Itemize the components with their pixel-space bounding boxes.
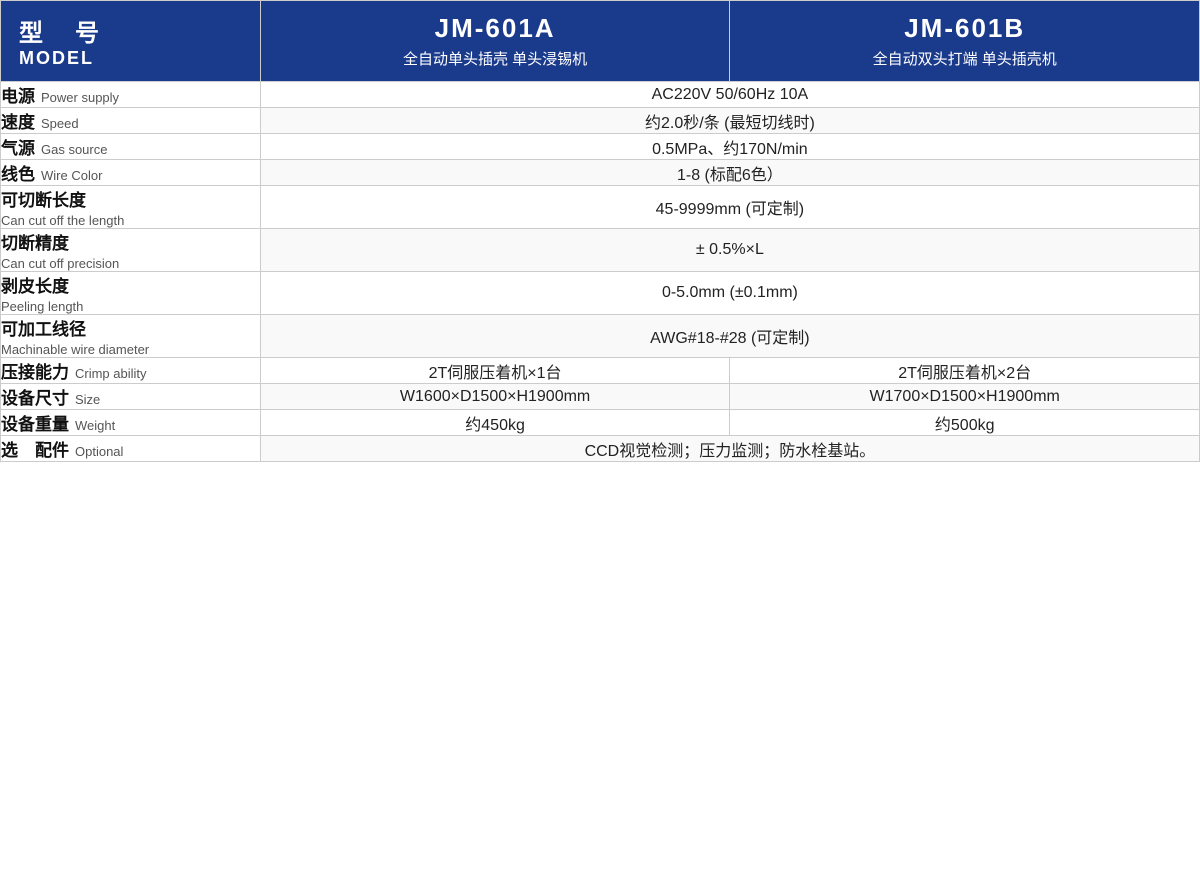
value1-cell-crimp: 2T伺服压着机×1台: [260, 358, 730, 384]
value-cell-wire-color: 1-8 (标配6色）: [260, 160, 1199, 186]
label-cell-crimp: 压接能力 Crimp ability: [1, 358, 261, 384]
row-cut-length: 可切断长度 Can cut off the length45-9999mm (可定…: [1, 186, 1200, 229]
value-cell-gas: 0.5MPa、约170N/min: [260, 134, 1199, 160]
label-zh-wire-diameter: 可加工线径: [1, 315, 260, 340]
label-zh-power: 电源: [1, 82, 35, 107]
label-en-weight: Weight: [75, 418, 115, 433]
model-label-zh: 型 号: [19, 13, 242, 48]
label-en-crimp: Crimp ability: [75, 366, 147, 381]
row-size: 设备尺寸 Size W1600×D1500×H1900mmW1700×D1500×H…: [1, 384, 1200, 410]
jm601b-header: JM-601B 全自动双头打端 单头插壳机: [730, 1, 1200, 82]
label-zh-size: 设备尺寸: [1, 384, 69, 409]
row-wire-diameter: 可加工线径 Machinable wire diameterAWG#18-#28 …: [1, 315, 1200, 358]
jm601a-name: JM-601A: [276, 13, 715, 44]
label-en-gas: Gas source: [41, 142, 107, 157]
label-zh-wire-color: 线色: [1, 160, 35, 185]
label-zh-speed: 速度: [1, 108, 35, 133]
label-cell-speed: 速度 Speed: [1, 108, 261, 134]
label-en-power: Power supply: [41, 90, 119, 105]
jm601b-sub: 全自动双头打端 单头插壳机: [745, 48, 1184, 69]
row-cut-precision: 切断精度 Can cut off precision± 0.5%×L: [1, 229, 1200, 272]
label-cell-gas: 气源 Gas source: [1, 134, 261, 160]
model-header: 型 号 MODEL: [1, 1, 261, 82]
label-zh-optional: 选 配件: [1, 436, 69, 461]
value-cell-cut-precision: ± 0.5%×L: [260, 229, 1199, 272]
row-gas: 气源 Gas source 0.5MPa、约170N/min: [1, 134, 1200, 160]
label-zh-cut-length: 可切断长度: [1, 186, 260, 211]
jm601a-header: JM-601A 全自动单头插壳 单头浸锡机: [260, 1, 730, 82]
label-zh-peel-length: 剥皮长度: [1, 272, 260, 297]
label-cell-wire-color: 线色 Wire Color: [1, 160, 261, 186]
label-cell-cut-length: 可切断长度 Can cut off the length: [1, 186, 261, 229]
value2-cell-crimp: 2T伺服压着机×2台: [730, 358, 1200, 384]
value1-cell-size: W1600×D1500×H1900mm: [260, 384, 730, 410]
value-cell-power: AC220V 50/60Hz 10A: [260, 82, 1199, 108]
value-cell-wire-diameter: AWG#18-#28 (可定制): [260, 315, 1199, 358]
row-wire-color: 线色 Wire Color 1-8 (标配6色）: [1, 160, 1200, 186]
label-cell-size: 设备尺寸 Size: [1, 384, 261, 410]
label-en-size: Size: [75, 392, 100, 407]
value-cell-speed: 约2.0秒/条 (最短切线时): [260, 108, 1199, 134]
label-en-wire-color: Wire Color: [41, 168, 102, 183]
row-weight: 设备重量 Weight 约450kg约500kg: [1, 410, 1200, 436]
label-en-cut-precision: Can cut off precision: [1, 256, 260, 271]
row-optional: 选 配件 Optional CCD视觉检测；压力监测；防水栓基站。: [1, 436, 1200, 462]
label-en-peel-length: Peeling length: [1, 299, 260, 314]
label-cell-peel-length: 剥皮长度 Peeling length: [1, 272, 261, 315]
header-row: 型 号 MODEL JM-601A 全自动单头插壳 单头浸锡机 JM-601B …: [1, 1, 1200, 82]
spec-table: 型 号 MODEL JM-601A 全自动单头插壳 单头浸锡机 JM-601B …: [0, 0, 1200, 462]
row-peel-length: 剥皮长度 Peeling length0-5.0mm (±0.1mm): [1, 272, 1200, 315]
label-cell-weight: 设备重量 Weight: [1, 410, 261, 436]
label-zh-crimp: 压接能力: [1, 358, 69, 383]
label-en-optional: Optional: [75, 444, 123, 459]
label-zh-cut-precision: 切断精度: [1, 229, 260, 254]
value-cell-peel-length: 0-5.0mm (±0.1mm): [260, 272, 1199, 315]
label-zh-weight: 设备重量: [1, 410, 69, 435]
value2-cell-weight: 约500kg: [730, 410, 1200, 436]
value1-cell-weight: 约450kg: [260, 410, 730, 436]
label-cell-wire-diameter: 可加工线径 Machinable wire diameter: [1, 315, 261, 358]
row-speed: 速度 Speed 约2.0秒/条 (最短切线时): [1, 108, 1200, 134]
label-cell-optional: 选 配件 Optional: [1, 436, 261, 462]
label-en-wire-diameter: Machinable wire diameter: [1, 342, 260, 357]
row-power: 电源 Power supply AC220V 50/60Hz 10A: [1, 82, 1200, 108]
label-cell-power: 电源 Power supply: [1, 82, 261, 108]
row-crimp: 压接能力 Crimp ability 2T伺服压着机×1台2T伺服压着机×2台: [1, 358, 1200, 384]
label-en-speed: Speed: [41, 116, 79, 131]
value-cell-cut-length: 45-9999mm (可定制): [260, 186, 1199, 229]
jm601a-sub: 全自动单头插壳 单头浸锡机: [276, 48, 715, 69]
jm601b-name: JM-601B: [745, 13, 1184, 44]
value-cell-optional: CCD视觉检测；压力监测；防水栓基站。: [260, 436, 1199, 462]
model-label-en: MODEL: [19, 48, 242, 69]
value2-cell-size: W1700×D1500×H1900mm: [730, 384, 1200, 410]
label-en-cut-length: Can cut off the length: [1, 213, 260, 228]
label-zh-gas: 气源: [1, 134, 35, 159]
label-cell-cut-precision: 切断精度 Can cut off precision: [1, 229, 261, 272]
